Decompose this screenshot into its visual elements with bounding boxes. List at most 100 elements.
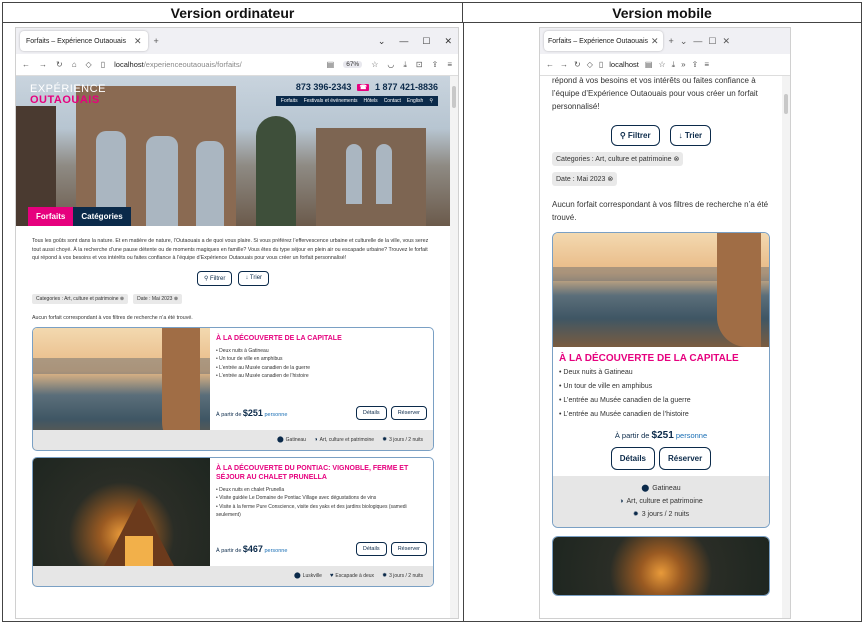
tab-list-icon[interactable]: ⌄ <box>680 36 688 47</box>
nav-english[interactable]: English <box>407 98 423 104</box>
tab-title: Forfaits – Expérience Outaouais <box>26 37 126 45</box>
couple-icon: ♥ <box>329 572 334 579</box>
download-icon[interactable]: ⤓ <box>403 60 407 70</box>
address-field[interactable]: localhost/experienceoutaouais/forfaits/ <box>114 60 242 69</box>
site-logo[interactable]: EXPÉRIENCE OUTAOUAIS <box>30 84 106 106</box>
mobile-header: Version mobile <box>463 3 861 23</box>
search-icon[interactable]: ⚲ <box>429 98 433 104</box>
active-filters: Categories : Art, culture et patrimoine … <box>16 286 450 304</box>
phone-2[interactable]: 1 877 421-8836 <box>375 82 438 92</box>
filter-button[interactable]: ⚲ Filtrer <box>610 125 660 146</box>
tab-list-icon[interactable]: ⌄ <box>378 36 386 47</box>
pocket-icon[interactable]: ◡ <box>387 60 394 69</box>
desktop-browser: Forfaits – Expérience Outaouais ✕ + ⌄ — … <box>15 27 459 619</box>
book-button[interactable]: Réserver <box>390 405 427 420</box>
package-title[interactable]: À LA DÉCOUVERTE DU PONTIAC: VIGNOBLE, FE… <box>216 464 427 482</box>
window-controls: ⌄ — ☐ ✕ <box>378 28 452 54</box>
reader-icon[interactable]: ▤ <box>327 60 335 69</box>
package-title[interactable]: À LA DÉCOUVERTE DE LA CAPITALE <box>216 334 427 343</box>
nav-forfaits[interactable]: Forfaits <box>281 98 298 104</box>
nav-contact[interactable]: Contact <box>384 98 401 104</box>
reader-icon[interactable]: ▤ <box>645 60 653 69</box>
browser-tab[interactable]: Forfaits – Expérience Outaouais ✕ <box>544 31 663 51</box>
page-icon: ▯ <box>100 60 106 69</box>
package-item: Deux nuits en chalet Prunella <box>216 486 427 495</box>
tab-forfaits[interactable]: Forfaits <box>28 207 74 226</box>
nav-festivals[interactable]: Festivals et événements <box>304 98 358 104</box>
reload-icon[interactable]: ↻ <box>574 60 581 69</box>
shield-icon[interactable]: ◇ <box>86 60 92 69</box>
bookmark-star-icon[interactable]: ☆ <box>371 60 378 69</box>
filter-button[interactable]: ⚲ Filtrer <box>196 270 233 286</box>
hero-tabs: Forfaits Catégories <box>28 207 131 226</box>
forward-icon[interactable]: → <box>560 60 568 69</box>
reload-icon[interactable]: ↻ <box>56 60 63 69</box>
address-field[interactable]: localhost <box>609 60 639 69</box>
chip-date[interactable]: Date : Mai 2023 ⊗ <box>552 172 618 186</box>
maximize-icon[interactable]: ☐ <box>708 36 716 47</box>
desktop-header: Version ordinateur <box>3 3 463 23</box>
package-title[interactable]: À LA DÉCOUVERTE DE LA CAPITALE <box>553 347 769 366</box>
menu-icon[interactable]: ≡ <box>704 60 709 69</box>
phone-icon: ☎ <box>357 83 369 91</box>
minimize-icon[interactable]: — <box>399 36 408 46</box>
download-icon[interactable]: ⤓ <box>672 60 676 70</box>
close-tab-icon[interactable]: ✕ <box>134 36 142 47</box>
package-meta: ⬤ Luskville ♥ Escapade à deux ✹ 3 jours / 2… <box>33 565 433 586</box>
category-icon: ◑ <box>619 498 624 505</box>
phone-1[interactable]: 873 396-2343 <box>296 82 352 92</box>
chip-date[interactable]: Date : Mai 2023 ⊗ <box>133 293 183 304</box>
mobile-scrollbar[interactable] <box>782 76 790 618</box>
desktop-scrollbar[interactable] <box>450 76 458 618</box>
sort-button[interactable]: ↓ Trier <box>669 125 712 146</box>
close-tab-icon[interactable]: ✕ <box>651 36 659 47</box>
browser-tab[interactable]: Forfaits – Expérience Outaouais ✕ <box>20 31 148 51</box>
back-icon[interactable]: ← <box>546 60 554 69</box>
column-divider <box>463 23 464 621</box>
shield-icon[interactable]: ◇ <box>587 60 593 69</box>
package-image[interactable] <box>553 233 769 347</box>
home-icon[interactable]: ⌂ <box>72 60 77 69</box>
site-nav: Forfaits Festivals et événements Hôtels … <box>275 96 438 106</box>
close-window-icon[interactable]: ✕ <box>444 36 452 47</box>
sort-button[interactable]: ↓ Trier <box>238 270 270 286</box>
share-icon[interactable]: ⇪ <box>432 60 439 69</box>
back-icon[interactable]: ← <box>22 60 30 69</box>
overflow-icon[interactable]: » <box>681 60 685 69</box>
package-item: Deux nuits à Gatineau <box>216 347 427 356</box>
chip-category[interactable]: Categories : Art, culture et patrimoine … <box>32 293 129 304</box>
zoom-level[interactable]: 67% <box>343 61 363 68</box>
nav-hotels[interactable]: Hôtels <box>364 98 378 104</box>
package-item: L’entrée au Musée canadien de l’histoire <box>559 408 763 422</box>
new-tab-icon[interactable]: + <box>154 36 159 46</box>
tab-categories[interactable]: Catégories <box>73 207 131 226</box>
share-icon[interactable]: ⇪ <box>692 60 699 69</box>
package-item: Un tour de ville en amphibus <box>559 380 763 394</box>
package-items: Deux nuits à Gatineau Un tour de ville e… <box>216 347 427 381</box>
details-button[interactable]: Détails <box>355 541 387 556</box>
book-button[interactable]: Réserver <box>390 541 427 556</box>
chip-category[interactable]: Categories : Art, culture et patrimoine … <box>552 152 684 166</box>
clock-icon: ✹ <box>382 437 388 443</box>
bookmark-star-icon[interactable]: ☆ <box>658 60 665 69</box>
filter-sort-row: ⚲ Filtrer ↓ Trier <box>16 270 450 286</box>
package-items: Deux nuits à Gatineau Un tour de ville e… <box>553 366 769 422</box>
tab-strip: Forfaits – Expérience Outaouais ✕ + ⌄ — … <box>16 28 458 54</box>
details-button[interactable]: Détails <box>610 447 655 470</box>
extension-icon[interactable]: ⊡ <box>416 60 423 69</box>
book-button[interactable]: Réserver <box>658 447 712 470</box>
new-tab-icon[interactable]: + <box>669 36 674 46</box>
menu-icon[interactable]: ≡ <box>447 60 452 69</box>
desktop-viewport: EXPÉRIENCE OUTAOUAIS 873 396-2343 ☎ 1 87… <box>16 76 450 618</box>
forward-icon[interactable]: → <box>39 60 47 69</box>
package-image[interactable] <box>553 537 769 595</box>
location-pin-icon: ⬤ <box>641 485 650 492</box>
package-item: Un tour de ville en amphibus <box>216 355 427 364</box>
close-window-icon[interactable]: ✕ <box>722 36 730 47</box>
package-meta: ⬤ Gatineau ◑ Art, culture et patrimoine ✹ 3… <box>33 429 433 450</box>
minimize-icon[interactable]: — <box>693 36 702 46</box>
maximize-icon[interactable]: ☐ <box>422 36 430 47</box>
details-button[interactable]: Détails <box>355 405 387 420</box>
package-card: À LA DÉCOUVERTE DU PONTIAC: VIGNOBLE, FE… <box>32 456 434 587</box>
navigation-bar: ← → ↻ ◇ ▯ localhost ▤ ☆ ⤓ » ⇪ ≡ <box>540 54 790 76</box>
